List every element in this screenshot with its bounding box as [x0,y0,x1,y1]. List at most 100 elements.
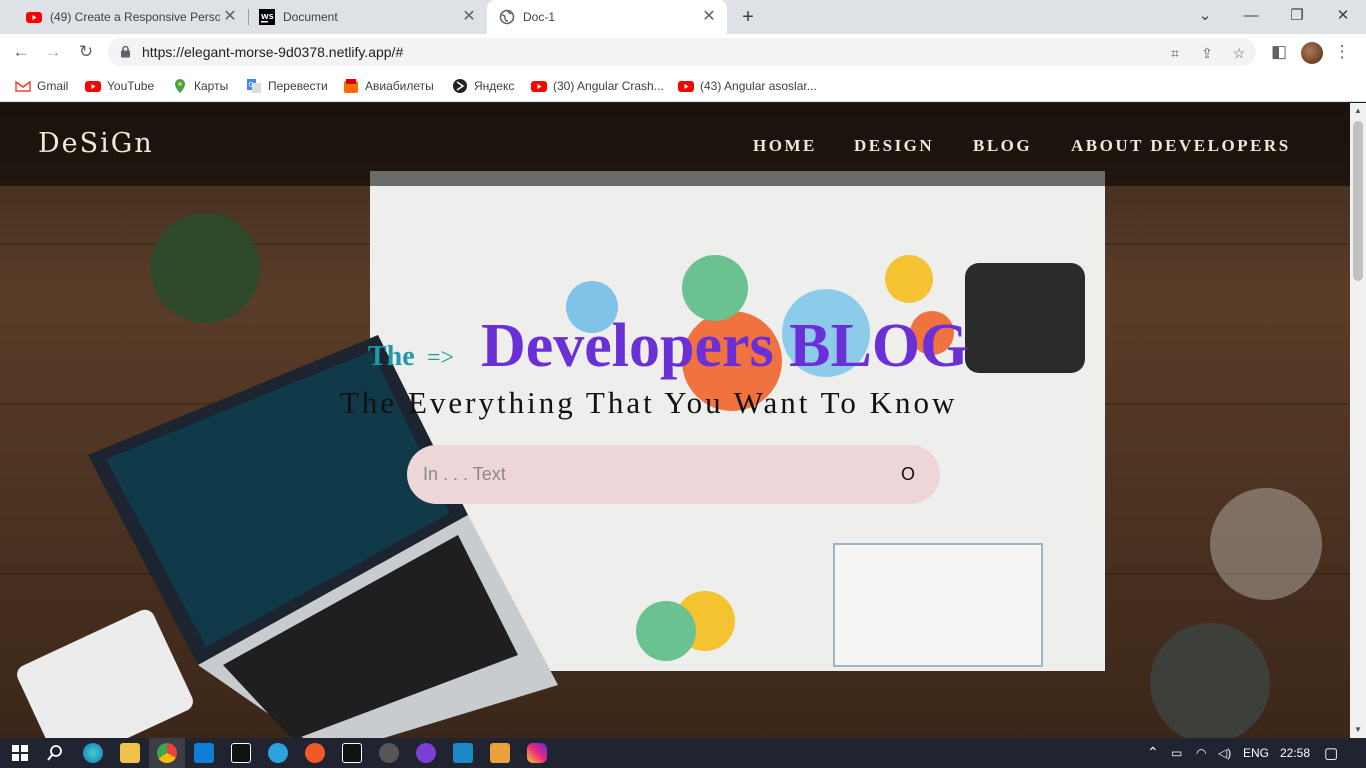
telegram-icon[interactable] [268,743,288,763]
postman-icon[interactable] [305,743,325,763]
close-window-button[interactable]: ✕ [1320,0,1366,34]
bookmark-star-icon[interactable]: ☆ [1230,44,1248,62]
bookmark-label: YouTube [107,79,155,93]
address-bar[interactable]: https://elegant-morse-9d0378.netlify.app… [108,38,1256,66]
webstorm-icon: WS [259,9,275,25]
wifi-icon[interactable]: ◠ [1196,746,1206,760]
hero-subtitle: The Everything That You Want To Know [340,385,958,420]
tab-strip: (49) Create a Responsive Persona ✕ WS Do… [0,0,1366,34]
intellij-icon[interactable] [231,743,251,763]
instagram-icon[interactable] [527,743,547,763]
bookmark-translate[interactable]: G Перевести [246,77,328,95]
bookmark-angular-crash[interactable]: (30) Angular Crash... [531,77,664,95]
close-tab-icon[interactable]: ✕ [699,7,719,27]
search-icon[interactable] [45,743,65,763]
lock-icon[interactable] [120,45,131,58]
menu-icon[interactable]: ⋮ [1330,40,1354,64]
bookmark-label: Яндекс [474,79,515,93]
bookmark-yandex[interactable]: Яндекс [452,77,514,95]
tab-title: Doc-1 [523,10,556,24]
background-cactus [1150,623,1270,738]
background-glass [1210,488,1322,600]
webstorm-icon[interactable] [342,743,362,763]
bookmark-maps[interactable]: Карты [172,77,228,95]
url-text[interactable]: https://elegant-morse-9d0378.netlify.app… [142,44,403,60]
tray-overflow-icon[interactable]: ⌃ [1147,744,1159,761]
gmail-icon [15,80,31,92]
background-camera [965,263,1085,373]
youtube-icon [678,81,694,92]
avatar[interactable] [1301,42,1323,64]
share-icon[interactable]: ⇪ [1198,44,1216,62]
edge-icon[interactable] [83,743,103,763]
youtube-icon [531,81,547,92]
yandex-icon [453,79,467,93]
notifications-icon[interactable]: ▢ [1324,744,1338,762]
restore-button[interactable]: ❐ [1274,0,1320,34]
bookmark-youtube[interactable]: YouTube [85,77,154,95]
scroll-up-arrow[interactable]: ▲ [1350,103,1366,119]
search-input[interactable] [423,457,883,491]
sketch-bubble [636,601,696,661]
page-viewport: DeSiGn HOME DESIGN BLOG ABOUT DEVELOPERS… [0,103,1350,738]
bookmark-gmail[interactable]: Gmail [15,77,68,95]
clock[interactable]: 22:58 [1280,746,1310,760]
translate-icon[interactable]: ⌗ [1166,44,1184,62]
language-indicator[interactable]: ENG [1243,746,1269,760]
bookmark-angular-asoslar[interactable]: (43) Angular asoslar... [678,77,817,95]
installer-icon[interactable] [453,743,473,763]
page-scrollbar[interactable]: ▲ ▼ [1350,103,1366,738]
site-logo[interactable]: DeSiGn [38,128,154,159]
tab-document[interactable]: WS Document ✕ [249,0,487,34]
minimize-button[interactable]: — [1228,0,1274,34]
volume-icon[interactable]: ◁) [1218,746,1231,760]
bookmark-label: Авиабилеты [365,79,434,93]
bookmark-aviasales[interactable]: Авиабилеты [343,77,434,95]
site-header: DeSiGn HOME DESIGN BLOG ABOUT DEVELOPERS [0,103,1350,186]
sketch-bubble [885,255,933,303]
counter-strike-icon[interactable] [490,743,510,763]
translate-icon: G [247,79,261,93]
tab-doc-1[interactable]: Doc-1 ✕ [487,0,727,34]
background-plant [150,213,260,323]
windows-start-icon[interactable] [10,743,30,763]
hero-prefix: The [368,341,415,372]
bookmark-label: (43) Angular asoslar... [700,79,817,93]
hero-title: Developers BLOG [481,312,969,380]
close-tab-icon[interactable]: ✕ [459,7,479,27]
media-player-icon[interactable] [416,743,436,763]
search-box: O [407,445,940,504]
browser-toolbar: ← → ↻ https://elegant-morse-9d0378.netli… [0,34,1366,70]
forward-button[interactable]: → [41,40,65,64]
new-tab-button[interactable]: + [736,6,760,30]
close-tab-icon[interactable]: ✕ [220,7,240,27]
scroll-thumb[interactable] [1353,121,1363,281]
svg-text:G: G [249,81,254,89]
bookmark-label: Gmail [37,79,69,93]
sketch-table [833,543,1043,667]
bookmark-label: (30) Angular Crash... [553,79,664,93]
back-button[interactable]: ← [9,40,33,64]
nav-design[interactable]: DESIGN [854,136,934,156]
youtube-icon [26,12,42,23]
nav-home[interactable]: HOME [753,136,817,156]
scroll-down-arrow[interactable]: ▼ [1350,722,1366,738]
battery-icon[interactable]: ▭ [1171,746,1182,760]
bookmark-label: Перевести [268,79,328,93]
search-button[interactable]: O [895,461,921,487]
nav-about-developers[interactable]: ABOUT DEVELOPERS [1071,136,1291,156]
svg-text:WS: WS [261,13,274,21]
vscode-icon[interactable] [194,743,214,763]
chrome-icon[interactable] [157,743,177,763]
youtube-icon [85,81,101,92]
github-icon[interactable] [379,743,399,763]
reload-button[interactable]: ↻ [74,40,98,64]
tab-title: (49) Create a Responsive Persona [50,10,220,24]
file-explorer-icon[interactable] [120,743,140,763]
side-panel-icon[interactable]: ◧ [1267,40,1291,64]
tab-search-button[interactable]: ⌄ [1182,0,1228,34]
globe-icon [499,9,515,25]
tab-title: Document [283,10,338,24]
tab-youtube-video[interactable]: (49) Create a Responsive Persona ✕ [8,0,248,34]
nav-blog[interactable]: BLOG [973,136,1032,156]
